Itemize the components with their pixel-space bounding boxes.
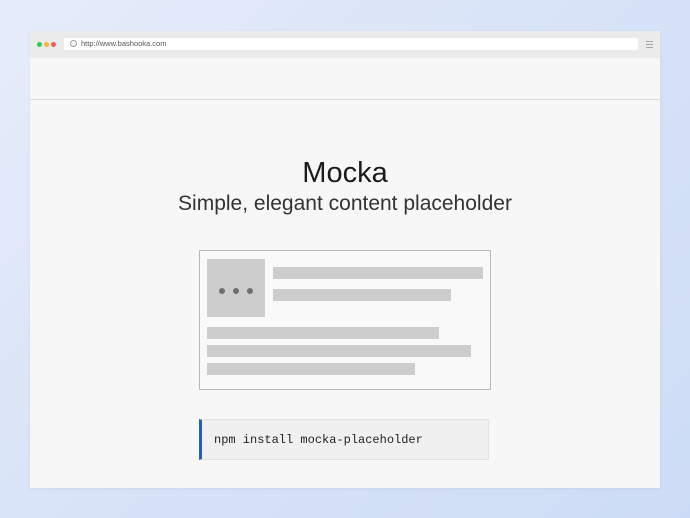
placeholder-thumbnail [207, 259, 265, 317]
window-minimize-button[interactable] [44, 42, 49, 47]
page-title: Mocka [302, 157, 388, 189]
ellipsis-icon [219, 288, 225, 294]
placeholder-line [273, 267, 483, 279]
install-command-block[interactable]: npm install mocka-placeholder [199, 419, 489, 460]
address-bar[interactable]: http://www.bashooka.com [64, 38, 638, 50]
ellipsis-icon [247, 288, 253, 294]
header-divider [30, 99, 660, 100]
placeholder-demo-card [199, 250, 491, 390]
placeholder-line [273, 289, 451, 301]
ellipsis-icon [233, 288, 239, 294]
page-subtitle: Simple, elegant content placeholder [178, 192, 512, 215]
browser-toolbar: http://www.bashooka.com [30, 31, 660, 58]
install-command-text: npm install mocka-placeholder [214, 433, 423, 447]
browser-window: http://www.bashooka.com Mocka Simple, el… [30, 31, 660, 488]
window-maximize-button[interactable] [37, 42, 42, 47]
page-icon [70, 40, 77, 47]
placeholder-line [207, 345, 471, 357]
placeholder-line [207, 363, 415, 375]
placeholder-line [207, 327, 439, 339]
menu-icon[interactable] [646, 41, 653, 48]
window-close-button[interactable] [51, 42, 56, 47]
url-text: http://www.bashooka.com [81, 39, 167, 48]
